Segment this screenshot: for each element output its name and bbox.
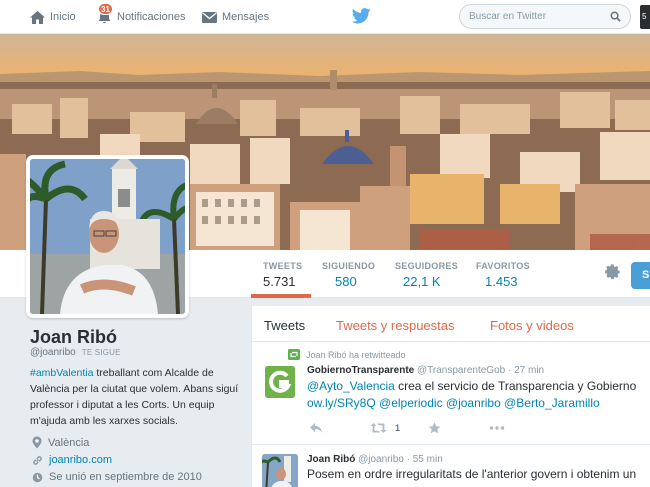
notifications-badge: 31 bbox=[98, 3, 113, 15]
reply-icon[interactable] bbox=[309, 422, 323, 434]
tab-tweets[interactable]: Tweets bbox=[264, 318, 305, 333]
tweet-author-name[interactable]: Joan Ribó bbox=[307, 454, 355, 465]
tweet-author-avatar[interactable] bbox=[262, 454, 298, 487]
nav-notifications-label: Notificaciones bbox=[117, 11, 186, 23]
stat-tweets-label: TWEETS bbox=[263, 261, 303, 271]
tweet-item[interactable]: Joan Ribó @joanribo · 55 min Posem en or… bbox=[252, 446, 650, 487]
profile-location: València bbox=[32, 436, 89, 449]
tweet-header: GobiernoTransparente @TransparenteGob · … bbox=[307, 365, 544, 376]
clock-icon bbox=[32, 472, 43, 482]
bio-hashtag[interactable]: #ambValentia bbox=[30, 367, 93, 379]
tab-tweets-and-replies[interactable]: Tweets y respuestas bbox=[336, 318, 455, 333]
tab-photos-videos[interactable]: Fotos y videos bbox=[490, 318, 574, 333]
stat-followers-value: 22,1 K bbox=[403, 274, 441, 289]
timeline-tabs: Tweets Tweets y respuestas Fotos y video… bbox=[252, 306, 650, 342]
favorite-star-icon[interactable] bbox=[428, 422, 441, 434]
nav-messages[interactable]: Mensajes bbox=[201, 0, 269, 34]
tweet-author-name[interactable]: GobiernoTransparente bbox=[307, 365, 414, 376]
retweet-note[interactable]: Joan Ribó ha retwitteado bbox=[306, 350, 406, 360]
nav-home[interactable]: Inicio bbox=[29, 0, 76, 34]
link-icon bbox=[33, 455, 42, 465]
mention-link[interactable]: @Ayto_Valencia bbox=[307, 379, 395, 393]
stat-following[interactable]: SIGUIENDO 580 bbox=[322, 261, 375, 289]
search-icon[interactable] bbox=[610, 11, 621, 22]
location-pin-icon bbox=[32, 436, 42, 449]
nav-messages-label: Mensajes bbox=[222, 11, 270, 23]
active-stat-indicator bbox=[251, 294, 311, 298]
stat-favorites-value: 1.453 bbox=[485, 274, 518, 289]
stat-followers-label: SEGUIDORES bbox=[395, 261, 459, 271]
tweet-item[interactable]: Joan Ribó ha retwitteado GobiernoTranspa… bbox=[252, 342, 650, 445]
tweet-time[interactable]: · 27 min bbox=[508, 365, 544, 376]
home-icon bbox=[30, 10, 45, 24]
profile-name[interactable]: Joan Ribó bbox=[30, 327, 117, 348]
tweet-header: Joan Ribó @joanribo · 55 min bbox=[307, 454, 443, 465]
joined-text: Se unió en septiembre de 2010 bbox=[49, 471, 202, 483]
location-text: València bbox=[48, 436, 90, 449]
stat-favorites-label: FAVORITOS bbox=[476, 261, 530, 271]
more-options-icon[interactable] bbox=[489, 422, 505, 434]
retweet-icon[interactable] bbox=[370, 422, 387, 434]
profile-handle-text[interactable]: @joanribo bbox=[30, 347, 76, 358]
search-box bbox=[459, 4, 631, 29]
profile-joined: Se unió en septiembre de 2010 bbox=[32, 471, 202, 483]
website-link[interactable]: joanribo.com bbox=[49, 454, 112, 466]
profile-bio: #ambValentia treballant com Alcalde de V… bbox=[30, 365, 240, 429]
tweet-text-line1: crea el servicio de Transparencia y Gobi… bbox=[394, 379, 637, 393]
stat-following-label: SIGUIENDO bbox=[322, 261, 376, 271]
gobierno-transparente-logo bbox=[265, 366, 295, 398]
tweet-time[interactable]: · 55 min bbox=[407, 454, 443, 465]
retweet-indicator-icon bbox=[288, 349, 300, 360]
envelope-icon bbox=[202, 11, 217, 23]
account-avatar[interactable]: 5 bbox=[640, 5, 650, 29]
profile-handle: @joanribo TE SIGUE bbox=[30, 347, 121, 358]
tweet-text: Posem en ordre irregularitats de l'anter… bbox=[307, 467, 637, 481]
profile-avatar[interactable] bbox=[26, 155, 189, 318]
tweet-author-handle[interactable]: @joanribo bbox=[358, 454, 404, 465]
follows-you-badge: TE SIGUE bbox=[81, 348, 121, 357]
avatar-photo bbox=[30, 159, 185, 314]
stat-following-value: 580 bbox=[335, 274, 357, 289]
tweet-author-handle[interactable]: @TransparenteGob bbox=[417, 365, 505, 376]
retweet-count: 1 bbox=[395, 423, 401, 433]
twitter-bird-icon[interactable] bbox=[352, 8, 371, 24]
stat-tweets-value: 5.731 bbox=[263, 274, 296, 289]
top-nav-bar: Inicio 31 Notificaciones Mensajes 5 bbox=[0, 0, 650, 34]
search-input[interactable] bbox=[460, 5, 596, 28]
stat-tweets[interactable]: TWEETS 5.731 bbox=[263, 261, 302, 289]
follow-button[interactable]: S bbox=[631, 262, 650, 289]
gear-icon[interactable] bbox=[605, 264, 622, 281]
tweet-text: @Ayto_Valencia crea el servicio de Trans… bbox=[307, 378, 650, 412]
nav-notifications[interactable]: 31 Notificaciones bbox=[96, 0, 185, 34]
stat-followers[interactable]: SEGUIDORES 22,1 K bbox=[395, 261, 458, 289]
timeline: Tweets Tweets y respuestas Fotos y video… bbox=[251, 306, 650, 487]
stat-favorites[interactable]: FAVORITOS 1.453 bbox=[476, 261, 530, 289]
joan-ribo-avatar-thumb bbox=[262, 454, 298, 487]
profile-website: joanribo.com bbox=[32, 454, 112, 466]
tweet-links-line[interactable]: ow.ly/SRy8Q @elperiodic @joanribo @Berto… bbox=[307, 395, 650, 412]
nav-home-label: Inicio bbox=[50, 11, 76, 23]
tweet-author-avatar[interactable] bbox=[265, 366, 295, 398]
